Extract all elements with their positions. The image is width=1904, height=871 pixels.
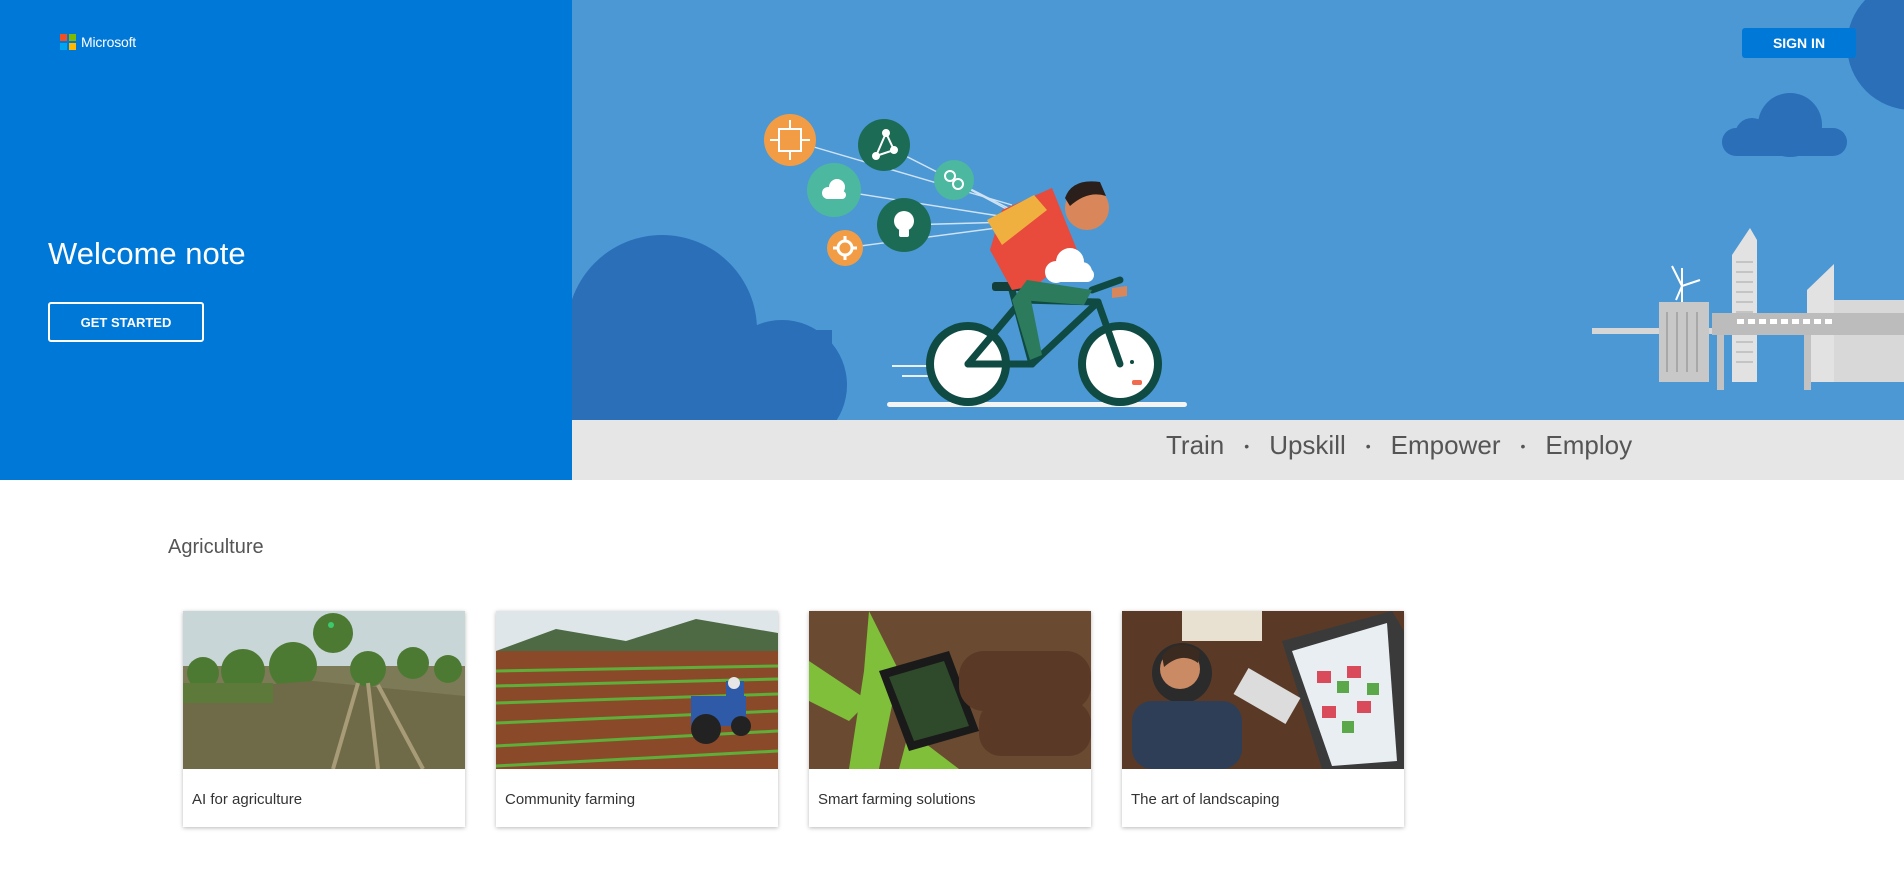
lightbulb-icon [877,198,931,252]
cloud-icon [807,163,861,217]
phone-crop-photo [809,611,1091,769]
welcome-panel: Microsoft Welcome note GET STARTED [0,0,572,480]
link-icon [934,160,974,200]
card-label: Community farming [505,791,636,808]
card-smart-farming-solutions[interactable]: Smart farming solutions [809,611,1091,827]
tagline-separator: • [1244,437,1250,454]
section-title: Agriculture [168,536,264,558]
designer-screen-photo [1122,611,1404,769]
card-the-art-of-landscaping[interactable]: The art of landscaping [1122,611,1404,827]
sign-in-button[interactable]: SIGN IN [1742,28,1856,58]
card-label: The art of landscaping [1131,791,1280,808]
hero-illustration [572,0,1904,420]
tagline-word-train: Train [1166,430,1225,460]
field-photo [183,611,465,769]
card-label: Smart farming solutions [818,791,976,808]
card-label: AI for agriculture [192,791,303,808]
tagline-word-empower: Empower [1390,430,1501,460]
tagline-word-upskill: Upskill [1269,430,1346,460]
tractor-photo [496,611,778,769]
gear-icon [827,230,863,266]
tagline: Train • Upskill • Empower • Employ [1166,430,1632,461]
card-list: AI for agriculture Community farming Sma… [183,611,1404,827]
network-icon [858,119,910,171]
brand-name: Microsoft [81,34,136,50]
tagline-word-employ: Employ [1545,430,1633,460]
card-ai-for-agriculture[interactable]: AI for agriculture [183,611,465,827]
welcome-title: Welcome note [48,236,246,271]
tagline-separator: • [1520,437,1526,454]
microsoft-logo[interactable]: Microsoft [60,34,136,50]
tagline-separator: • [1365,437,1371,454]
microsoft-squares-icon [60,34,76,50]
card-community-farming[interactable]: Community farming [496,611,778,827]
tagline-bar: Train • Upskill • Empower • Employ [572,420,1904,480]
circuit-icon [764,114,816,166]
get-started-button[interactable]: GET STARTED [48,302,204,342]
